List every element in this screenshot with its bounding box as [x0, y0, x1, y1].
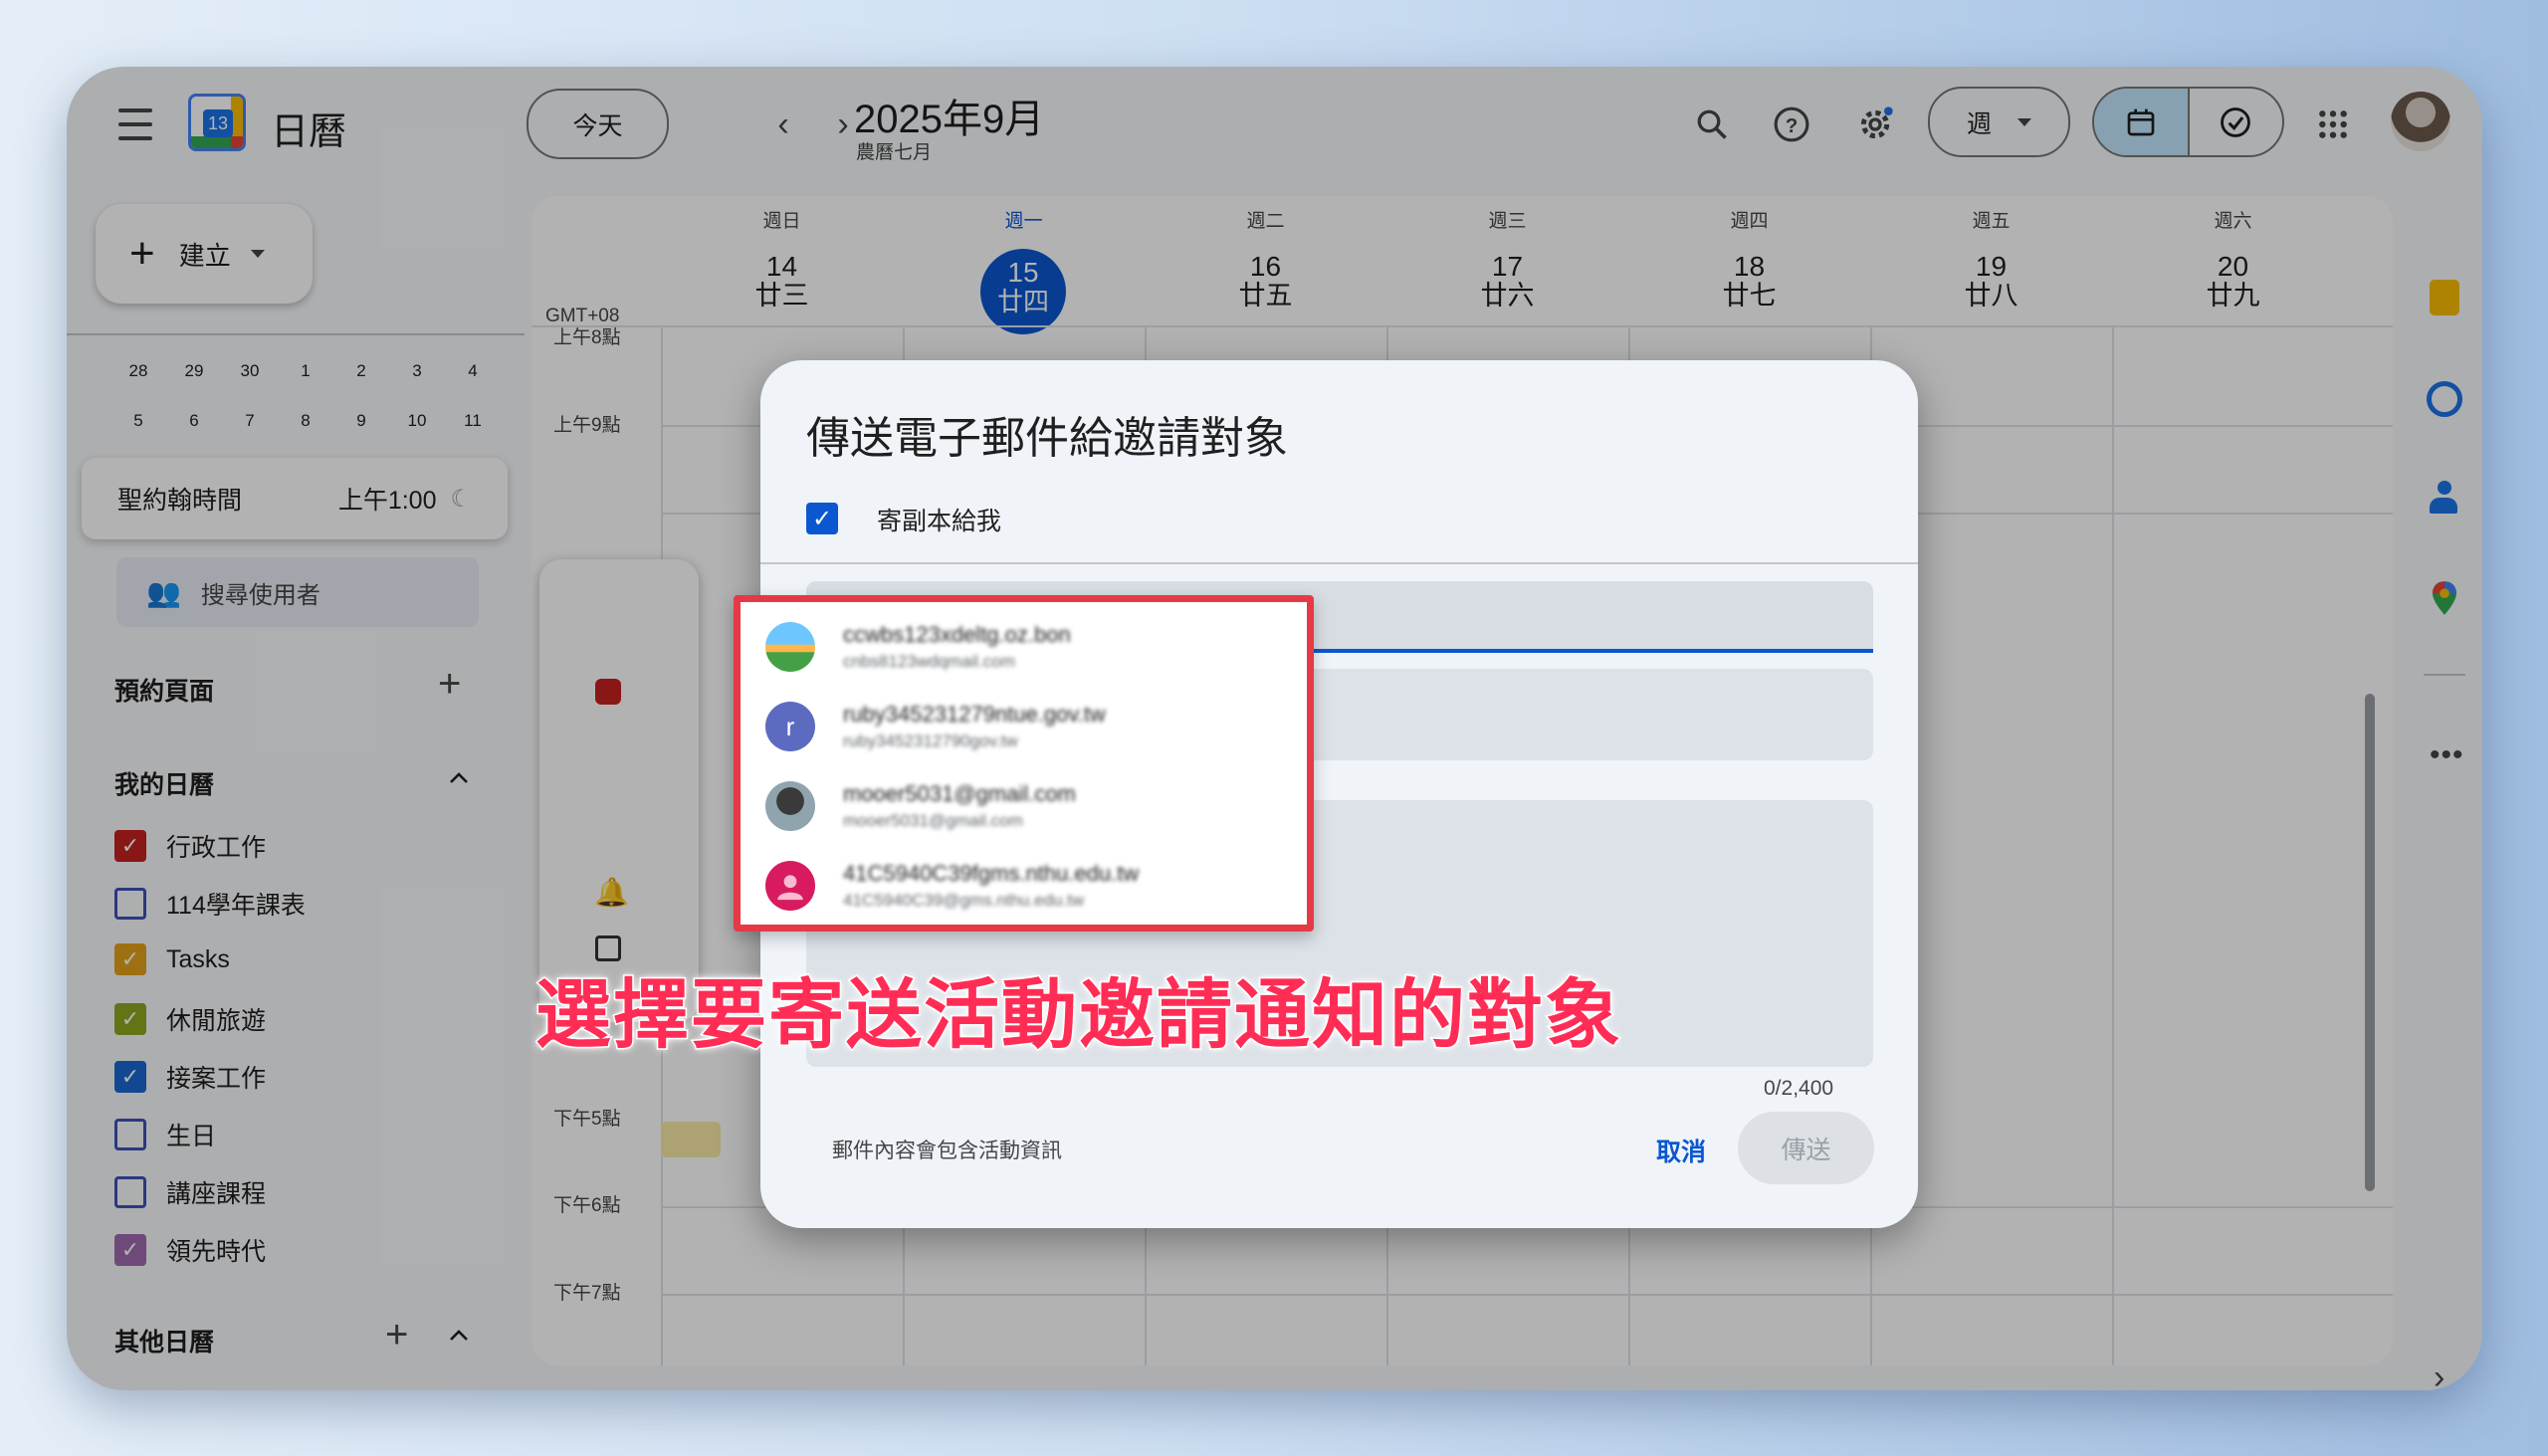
char-counter: 0/2,400	[1764, 1077, 1834, 1100]
check-icon: ✓	[811, 505, 833, 532]
suggestion-item[interactable]: 41C5940C39fgms.nthu.edu.tw 41C5940C39@gms…	[765, 861, 1139, 911]
recipient-suggestions: ccwbs123xdeltg.oz.bon cnbs8123wdqmail.com…	[734, 595, 1314, 932]
annotation-caption: 選擇要寄送活動邀請通知的對象	[534, 969, 1622, 1061]
send-button[interactable]: 傳送	[1738, 1112, 1874, 1184]
cc-me-label: 寄副本給我	[877, 508, 1002, 535]
suggestion-item[interactable]: ccwbs123xdeltg.oz.bon cnbs8123wdqmail.com	[765, 622, 1071, 672]
suggestion-item[interactable]: r ruby345231279ntue.gov.tw ruby3452312790…	[765, 702, 1106, 751]
photo-avatar	[765, 781, 815, 831]
letter-avatar: r	[765, 702, 815, 751]
cancel-button[interactable]: 取消	[1636, 1127, 1726, 1174]
dialog-divider	[760, 562, 1918, 564]
cc-me-checkbox[interactable]: ✓	[806, 503, 838, 534]
landscape-avatar	[765, 622, 815, 672]
footer-note: 郵件內容會包含活動資訊	[832, 1140, 1062, 1162]
dialog-title: 傳送電子郵件給邀請對象	[806, 414, 1288, 463]
person-avatar	[765, 861, 815, 911]
suggestion-item[interactable]: mooer5031@gmail.com mooer5031@gmail.com	[765, 781, 1076, 831]
